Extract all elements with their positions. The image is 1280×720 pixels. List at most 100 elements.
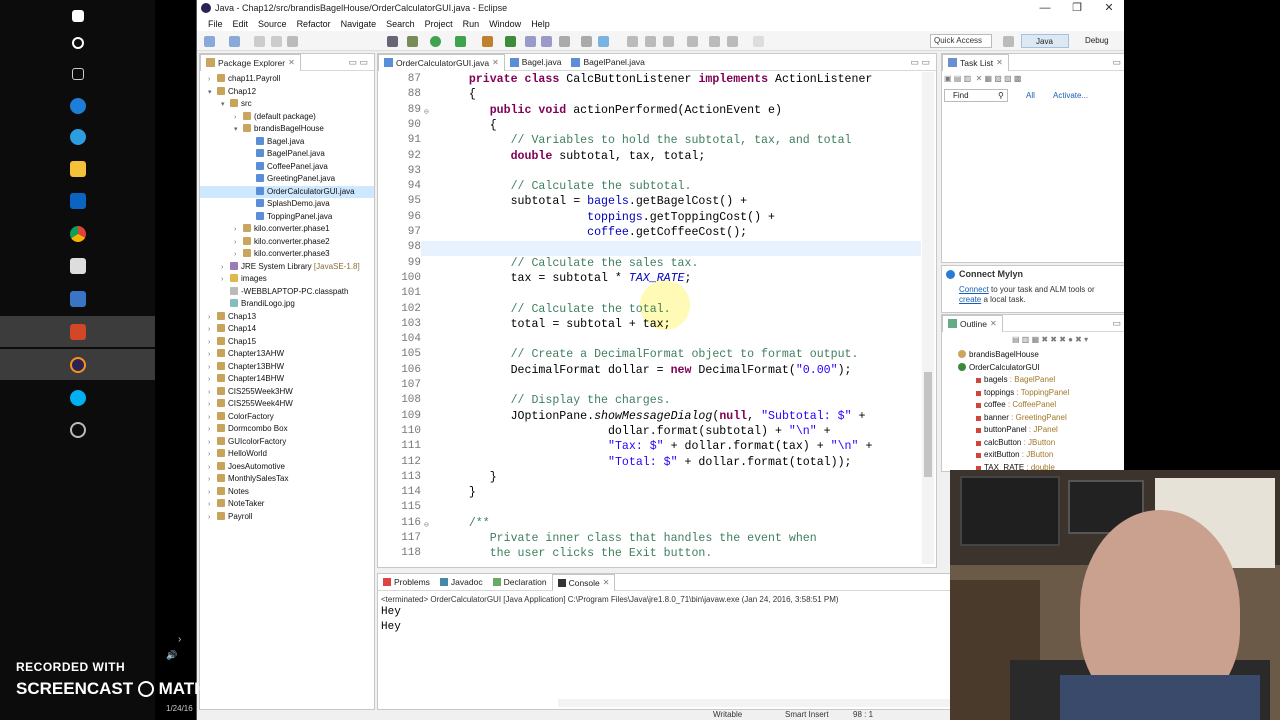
tree-item[interactable]: -WEBBLAPTOP-PC.classpath [200, 286, 374, 299]
forward-icon[interactable] [753, 36, 764, 47]
menu-window[interactable]: Window [484, 19, 526, 29]
code-line[interactable]: JOptionPane.showMessageDialog(null, "Sub… [441, 410, 866, 423]
skype-icon[interactable] [0, 382, 155, 413]
tree-item[interactable]: Bagel.java [200, 136, 374, 149]
close-button[interactable]: ✕ [1093, 0, 1125, 16]
tree-item[interactable]: › Chapter13BHW [200, 361, 374, 374]
code-line[interactable]: // Create a DecimalFormat object to form… [441, 348, 859, 361]
tree-item[interactable]: › ColorFactory [200, 411, 374, 424]
new-icon[interactable] [204, 36, 215, 47]
run-icon[interactable] [430, 36, 441, 47]
toggle-mark-occurrences-icon[interactable] [598, 36, 609, 47]
recorder-icon[interactable] [0, 414, 155, 445]
tree-item[interactable]: › kilo.converter.phase3 [200, 248, 374, 261]
code-line[interactable]: Private inner class that handles the eve… [441, 532, 817, 545]
code-line[interactable]: } [441, 486, 476, 499]
outline-item[interactable]: coffee : CoffeePanel [942, 399, 1116, 412]
perspective-java[interactable]: Java [1021, 34, 1069, 48]
print-icon[interactable] [287, 36, 298, 47]
show-whitespace-icon[interactable] [627, 36, 638, 47]
editor-scrollbar[interactable] [922, 72, 934, 564]
outline-item[interactable]: exitButton : JButton [942, 449, 1116, 462]
editor-view-controls[interactable]: ▭ ▭ [910, 57, 930, 68]
file-explorer-icon[interactable] [0, 153, 155, 184]
back-icon[interactable] [727, 36, 738, 47]
ie-icon[interactable] [0, 121, 155, 152]
menu-refactor[interactable]: Refactor [292, 19, 336, 29]
tree-item[interactable]: › Chapter13AHW [200, 348, 374, 361]
tree-item[interactable]: › images [200, 273, 374, 286]
task-view-icon[interactable] [0, 58, 155, 89]
code-line[interactable]: // Calculate the total. [441, 303, 671, 316]
quick-access-input[interactable]: Quick Access [930, 34, 992, 48]
next-annotation-icon[interactable] [663, 36, 674, 47]
tree-item[interactable]: › JoesAutomotive [200, 461, 374, 474]
tree-item[interactable]: › Chap13 [200, 311, 374, 324]
tree-item[interactable]: OrderCalculatorGUI.java [200, 185, 374, 198]
search-icon[interactable] [581, 36, 592, 47]
code-line[interactable]: total = subtotal + tax; [441, 318, 671, 331]
new-package-icon[interactable] [525, 36, 536, 47]
code-line[interactable]: double subtotal, tax, total; [441, 150, 706, 163]
tree-item[interactable]: › Chapter14BHW [200, 373, 374, 386]
code-line[interactable]: the user clicks the Exit button. [441, 547, 713, 560]
menu-edit[interactable]: Edit [228, 19, 254, 29]
tree-item[interactable]: › MonthlySalesTax [200, 473, 374, 486]
code-line[interactable]: // Variables to hold the subtotal, tax, … [441, 134, 852, 147]
open-perspective-icon[interactable] [1003, 36, 1014, 47]
tree-item[interactable]: › JRE System Library [JavaSE-1.8] [200, 261, 374, 274]
tab-ordercalculatorgui[interactable]: OrderCalculatorGUI.java ✕ [378, 53, 505, 71]
create-link[interactable]: create [959, 295, 981, 304]
tree-item[interactable]: ToppingPanel.java [200, 211, 374, 224]
code-line[interactable]: } [441, 471, 497, 484]
code-area[interactable]: 87 private class CalcButtonListener impl… [378, 72, 923, 568]
chrome-icon[interactable] [0, 218, 155, 249]
tree-item[interactable]: ▾ brandisBagelHouse [200, 123, 374, 136]
view-menu-icon[interactable]: ▭ ▭ [348, 57, 368, 68]
code-line[interactable]: "Tax: $" + dollar.format(tax) + "\n" + [441, 440, 872, 453]
tab-declaration[interactable]: Declaration [488, 574, 552, 591]
connect-link[interactable]: Connect [959, 285, 989, 294]
tree-item[interactable]: CoffeePanel.java [200, 161, 374, 174]
outline-item[interactable]: OrderCalculatorGUI [942, 362, 1116, 375]
tree-item[interactable]: › NoteTaker [200, 498, 374, 511]
close-icon[interactable]: ✕ [603, 578, 610, 587]
code-line[interactable]: // Calculate the sales tax. [441, 257, 699, 270]
outline-item[interactable]: brandisBagelHouse [942, 349, 1116, 362]
code-line[interactable]: tax = subtotal * TAX_RATE; [441, 272, 692, 285]
coverage-icon[interactable] [455, 36, 466, 47]
code-line[interactable]: subtotal = bagels.getBagelCost() + [441, 195, 748, 208]
code-line[interactable]: public void actionPerformed(ActionEvent … [441, 104, 782, 117]
all-tasks-link[interactable]: All [1026, 91, 1035, 100]
code-line[interactable]: // Calculate the subtotal. [441, 180, 692, 193]
save-icon[interactable] [254, 36, 265, 47]
tree-item[interactable]: GreetingPanel.java [200, 173, 374, 186]
menu-file[interactable]: File [203, 19, 228, 29]
cortana-icon[interactable] [0, 27, 155, 58]
code-line[interactable]: toppings.getToppingCost() + [441, 211, 775, 224]
tree-item[interactable]: › (default package) [200, 111, 374, 124]
perspective-debug[interactable]: Debug [1071, 34, 1121, 48]
code-line[interactable]: "Total: $" + dollar.format(total)); [441, 456, 852, 469]
task-list-toolbar[interactable]: ▣ ▤ ▥ ✕ ▦ ▧ ▨ ▩ [944, 74, 1138, 86]
tab-package-explorer[interactable]: Package Explorer ✕ [200, 53, 301, 71]
close-icon[interactable]: ✕ [492, 58, 499, 67]
close-icon[interactable]: ✕ [990, 319, 997, 328]
scrollbar-thumb[interactable] [924, 372, 932, 477]
skip-breakpoints-icon[interactable] [387, 36, 398, 47]
code-line[interactable]: private class CalcButtonListener impleme… [441, 73, 873, 86]
fold-toggle-icon[interactable]: ⊖ [424, 520, 430, 530]
tab-task-list[interactable]: Task List ✕ [942, 53, 1009, 71]
app-icon[interactable] [0, 283, 155, 314]
new-wizard-icon[interactable] [229, 36, 240, 47]
code-line[interactable]: dollar.format(subtotal) + "\n" + [441, 425, 831, 438]
menu-project[interactable]: Project [420, 19, 458, 29]
tree-item[interactable]: › Payroll [200, 511, 374, 524]
block-selection-icon[interactable] [645, 36, 656, 47]
edge-icon[interactable] [0, 90, 155, 121]
outlook-icon[interactable] [0, 185, 155, 216]
code-line[interactable]: { [441, 88, 476, 101]
maximize-button[interactable]: ❐ [1061, 0, 1093, 16]
outline-item[interactable]: calcButton : JButton [942, 437, 1116, 450]
tree-item[interactable]: › chap11.Payroll [200, 73, 374, 86]
